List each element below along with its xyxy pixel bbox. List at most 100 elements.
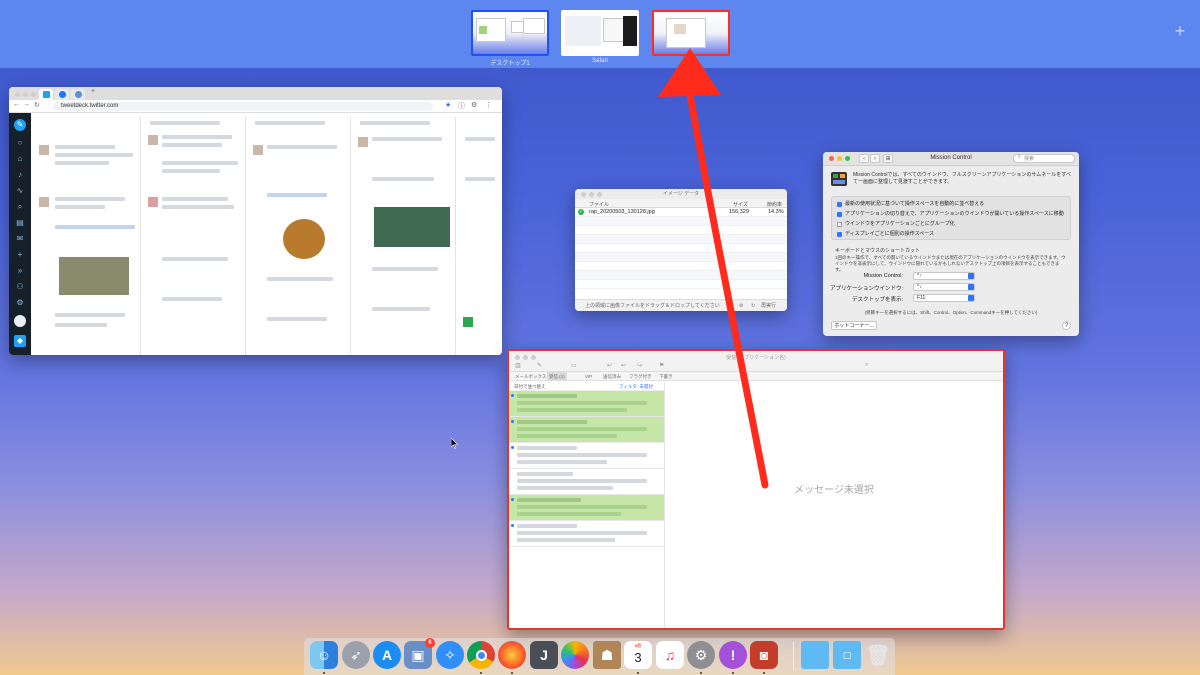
- photo-booth-icon[interactable]: ◙: [750, 641, 778, 669]
- lists-icon[interactable]: ▤: [14, 217, 26, 229]
- column-file[interactable]: ファイル: [589, 201, 609, 208]
- column-size[interactable]: サイズ: [733, 201, 748, 208]
- file-row[interactable]: ✓ rap_20200503_130128.jpg ◎ 156,329 14.3…: [575, 208, 787, 217]
- twitter-logo-icon[interactable]: ◆: [14, 335, 26, 347]
- option-separate-spaces[interactable]: ディスプレイごとに個別の操作スペース: [837, 231, 934, 238]
- filter-label[interactable]: フィルタ: 未開封: [619, 382, 653, 391]
- avatar[interactable]: [14, 315, 26, 327]
- feedback-icon[interactable]: !: [719, 641, 747, 669]
- mission-control-shortcut-select[interactable]: ^↑: [913, 272, 975, 280]
- calendar-icon[interactable]: 5月 3: [624, 641, 652, 669]
- space-desktop-1[interactable]: デスクトップ1: [471, 10, 549, 67]
- message-row[interactable]: [509, 521, 664, 547]
- trash-icon[interactable]: 🗑: [864, 641, 892, 669]
- fav-sent[interactable]: 送信済み: [603, 372, 621, 381]
- extension-icon[interactable]: ⚙: [471, 101, 477, 109]
- hot-corners-button[interactable]: ホットコーナー...: [831, 321, 877, 330]
- explore-icon[interactable]: ⌕: [14, 201, 26, 213]
- accounts-icon[interactable]: ⚇: [14, 281, 26, 293]
- sidebar-toggle-icon[interactable]: ▥: [515, 362, 521, 369]
- notifications-icon[interactable]: ♪: [14, 169, 26, 181]
- finder-icon[interactable]: ☺: [310, 641, 338, 669]
- sort-dropdown[interactable]: 日付で並べ替え: [514, 384, 546, 389]
- messages-icon[interactable]: ✉: [14, 233, 26, 245]
- archive-icon[interactable]: ▭: [571, 362, 577, 369]
- preview-icon[interactable]: ▣ 6: [404, 638, 435, 669]
- flag-icon[interactable]: ⚑: [659, 362, 664, 369]
- space-safari[interactable]: Safari: [561, 10, 639, 64]
- help-button[interactable]: ?: [1062, 321, 1071, 330]
- tab-facebook[interactable]: [55, 89, 69, 100]
- back-icon[interactable]: ←: [13, 101, 20, 108]
- browser-window[interactable]: + ← → ↻ tweetdeck.twitter.com ★ ⓘ ⚙ ⋮ ✎ …: [9, 87, 502, 355]
- message-row[interactable]: [509, 469, 664, 495]
- reload-icon[interactable]: ↻: [34, 101, 40, 109]
- search-icon[interactable]: ○: [14, 137, 26, 149]
- message-row[interactable]: [509, 495, 664, 521]
- mission-control-preferences-window[interactable]: ‹ › ⊞ Mission Control 検索 ⌕ Mission Contr…: [823, 152, 1079, 336]
- option-switch-space[interactable]: アプリケーションの切り替えで、アプリケーションのウインドウが開いている操作スペー…: [837, 211, 1064, 218]
- window-controls[interactable]: [15, 92, 36, 97]
- music-icon[interactable]: ♫: [656, 641, 684, 669]
- option-group-windows[interactable]: ウインドウをアプリケーションごとにグループ化: [837, 221, 955, 228]
- message-row[interactable]: [509, 443, 664, 469]
- compose-icon[interactable]: ✎: [537, 362, 542, 369]
- fav-inbox[interactable]: 受信 (1): [547, 372, 567, 381]
- mission-control-icon: [831, 172, 847, 186]
- image-optimizer-window[interactable]: イメージ データ ファイル サイズ 節約率 ✓ rap_20200503_130…: [575, 189, 787, 311]
- reload-icon[interactable]: ↻: [751, 300, 755, 311]
- tab-tweetdeck[interactable]: [39, 89, 53, 100]
- home-icon[interactable]: ⌂: [14, 153, 26, 165]
- fav-drafts[interactable]: 下書き: [659, 372, 673, 381]
- space-thumbnail: [471, 10, 549, 56]
- new-tab-button[interactable]: +: [91, 88, 95, 95]
- option-auto-rearrange[interactable]: 最新の使用状況に基づいて操作スペースを自動的に並べ替える: [837, 201, 984, 208]
- launchpad-icon[interactable]: ➶: [342, 641, 370, 669]
- add-space-button[interactable]: +: [1170, 22, 1190, 42]
- contacts-icon[interactable]: ☗: [593, 641, 621, 669]
- message-row[interactable]: [509, 417, 664, 443]
- space-2[interactable]: 2: [652, 10, 730, 64]
- fav-vip[interactable]: VIP: [585, 372, 592, 381]
- add-column-icon[interactable]: +: [14, 249, 26, 261]
- reply-icon[interactable]: ↩: [607, 362, 612, 369]
- photos-icon[interactable]: [561, 641, 589, 669]
- column-reduction[interactable]: 節約率: [767, 201, 782, 208]
- address-bar[interactable]: tweetdeck.twitter.com: [53, 102, 433, 111]
- applications-folder-icon[interactable]: ▢: [833, 641, 861, 669]
- activity-icon[interactable]: ∿: [14, 185, 26, 197]
- show-desktop-shortcut-select[interactable]: F11: [913, 294, 975, 302]
- message-row[interactable]: [509, 391, 664, 417]
- expand-icon[interactable]: »: [14, 265, 26, 277]
- bookmark-star-icon[interactable]: ★: [445, 101, 451, 109]
- field-label: Mission Control:: [863, 273, 903, 279]
- downloads-folder-icon[interactable]: [801, 641, 829, 669]
- tweetdeck-column: [33, 117, 141, 355]
- forward-icon[interactable]: ↪: [637, 362, 642, 369]
- safari-icon[interactable]: ✧: [436, 641, 464, 669]
- forward-icon[interactable]: →: [23, 101, 30, 108]
- reply-all-icon[interactable]: ↩: [621, 362, 626, 369]
- rerun-button[interactable]: 再実行: [761, 300, 776, 311]
- fav-flagged[interactable]: フラグ付き: [629, 372, 652, 381]
- window-controls[interactable]: [581, 192, 602, 197]
- fav-mailboxes[interactable]: メールボックス: [515, 372, 546, 381]
- gear-icon[interactable]: ⚙: [739, 300, 743, 311]
- compare-icon[interactable]: ◎: [711, 208, 716, 217]
- search-icon[interactable]: ⌕: [865, 362, 868, 369]
- system-preferences-icon[interactable]: ⚙: [687, 641, 715, 669]
- joplin-icon[interactable]: J: [530, 641, 558, 669]
- chrome-icon[interactable]: [467, 641, 495, 669]
- window-title: 受信 (アプリケーション名): [726, 355, 786, 361]
- compose-tweet-icon[interactable]: ✎: [14, 119, 26, 131]
- menu-icon[interactable]: ⋮: [485, 101, 492, 109]
- settings-icon[interactable]: ⚙: [14, 297, 26, 309]
- info-icon[interactable]: ⓘ: [458, 101, 465, 111]
- app-store-icon[interactable]: A: [373, 641, 401, 669]
- mail-window[interactable]: 受信 (アプリケーション名) ▥ ✎ ▭ ↩ ↩ ↪ ⚑ ⌕ メールボックス 受…: [507, 349, 1005, 630]
- tab-other[interactable]: [71, 89, 85, 100]
- space-thumbnail: [652, 10, 730, 56]
- search-input[interactable]: 検索: [1013, 154, 1075, 163]
- firefox-icon[interactable]: [498, 641, 526, 669]
- app-windows-shortcut-select[interactable]: ^↓: [913, 283, 975, 291]
